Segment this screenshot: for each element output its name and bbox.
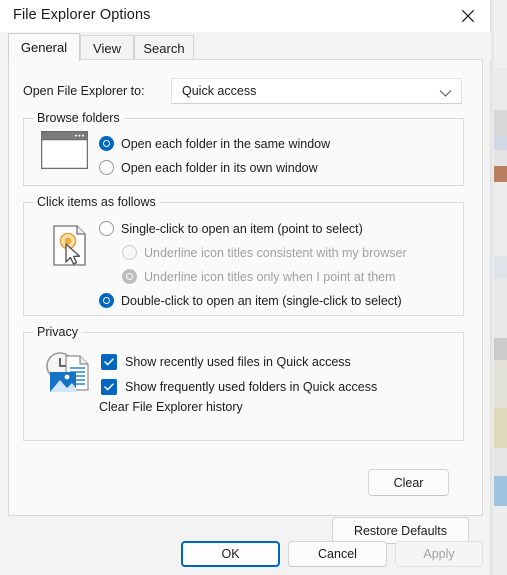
open-file-explorer-to-label: Open File Explorer to: — [23, 84, 145, 98]
restore-defaults-button[interactable]: Restore Defaults — [332, 517, 469, 544]
radio-double-click-label: Double-click to open an item (single-cli… — [121, 293, 402, 308]
radio-indicator — [122, 245, 137, 260]
dropdown-selected-value: Quick access — [182, 84, 257, 98]
tab-view[interactable]: View — [80, 35, 134, 60]
radio-underline-consistent-label: Underline icon titles consistent with my… — [144, 245, 407, 260]
background-strip-4 — [494, 150, 507, 166]
background-strip-blue — [494, 476, 507, 506]
apply-button: Apply — [395, 541, 483, 567]
restore-defaults-button-label: Restore Defaults — [353, 523, 448, 538]
radio-single-click-label: Single-click to open an item (point to s… — [121, 221, 363, 236]
clear-button[interactable]: Clear — [368, 469, 449, 496]
browse-folders-legend: Browse folders — [33, 111, 124, 125]
background-strip-3 — [494, 110, 507, 136]
background-strip-2 — [494, 68, 507, 110]
ok-button[interactable]: OK — [181, 541, 280, 567]
radio-open-same-window-label: Open each folder in the same window — [121, 136, 331, 151]
background-strip-accent-blue — [494, 136, 507, 150]
radio-underline-on-point-label: Underline icon titles only when I point … — [144, 269, 396, 284]
background-strip-6 — [494, 256, 507, 278]
cancel-button[interactable]: Cancel — [288, 541, 387, 567]
radio-indicator — [99, 293, 114, 308]
checkbox-indicator — [101, 379, 117, 395]
open-file-explorer-to-dropdown[interactable]: Quick access — [171, 78, 462, 104]
radio-single-click[interactable]: Single-click to open an item (point to s… — [99, 221, 363, 236]
window-icon — [40, 130, 89, 172]
radio-indicator — [99, 136, 114, 151]
window-title: File Explorer Options — [13, 7, 151, 23]
chevron-down-icon — [439, 87, 452, 101]
click-items-legend: Click items as follows — [33, 195, 160, 209]
privacy-legend: Privacy — [33, 325, 82, 339]
background-strip-sand — [494, 408, 507, 448]
browse-folders-group: Browse folders — [23, 111, 464, 186]
radio-open-same-window[interactable]: Open each folder in the same window — [99, 136, 330, 151]
tab-search-label: Search — [143, 40, 185, 56]
checkbox-show-recent-files[interactable]: Show recently used files in Quick access — [101, 354, 351, 370]
radio-underline-consistent: Underline icon titles consistent with my… — [122, 245, 407, 260]
background-strip-9 — [494, 360, 507, 408]
radio-double-click[interactable]: Double-click to open an item (single-cli… — [99, 293, 402, 308]
checkbox-show-frequent-folders-label: Show frequently used folders in Quick ac… — [125, 380, 378, 394]
title-bar: File Explorer Options — [0, 0, 490, 33]
ok-button-label: OK — [221, 547, 240, 561]
tab-search[interactable]: Search — [134, 35, 194, 60]
background-strip-8 — [494, 338, 507, 360]
background-strip-7 — [494, 278, 507, 338]
tab-general-label: General — [20, 40, 68, 55]
clear-button-label: Clear — [393, 475, 424, 490]
close-icon[interactable] — [446, 0, 490, 32]
file-explorer-options-dialog: File Explorer Options General View Searc… — [0, 0, 491, 575]
radio-open-own-window-label: Open each folder in its own window — [121, 160, 318, 175]
tab-view-label: View — [93, 40, 121, 56]
tab-general[interactable]: General — [8, 33, 80, 61]
radio-indicator — [122, 269, 137, 284]
radio-underline-on-point: Underline icon titles only when I point … — [122, 269, 396, 284]
general-tab-panel: Open File Explorer to: Quick access Brow… — [8, 59, 483, 544]
radio-indicator — [99, 221, 114, 236]
cancel-button-label: Cancel — [318, 547, 357, 561]
apply-button-label: Apply — [423, 547, 455, 561]
tab-strip: General View Search — [0, 32, 491, 61]
checkbox-show-recent-files-label: Show recently used files in Quick access — [125, 355, 351, 369]
pointer-document-icon — [51, 224, 91, 271]
radio-open-own-window[interactable]: Open each folder in its own window — [99, 160, 318, 175]
checkbox-show-frequent-folders[interactable]: Show frequently used folders in Quick ac… — [101, 379, 377, 395]
clear-history-label: Clear File Explorer history — [99, 400, 243, 414]
checkbox-indicator — [101, 354, 117, 370]
background-strip-11 — [494, 506, 507, 575]
recent-files-icon — [44, 350, 92, 399]
radio-indicator — [99, 160, 114, 175]
background-strip-10 — [494, 448, 507, 476]
background-strip-1 — [494, 0, 507, 68]
background-strip-accent-orange — [494, 166, 507, 182]
background-strip-5 — [494, 182, 507, 256]
